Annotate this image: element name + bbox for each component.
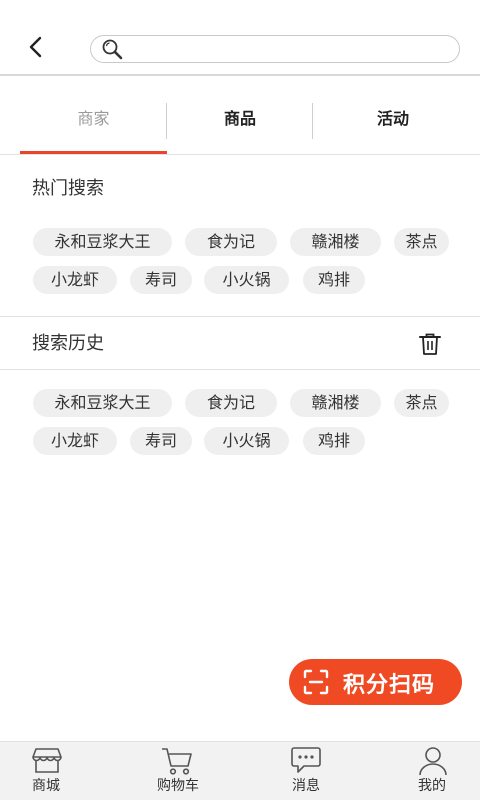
top-bar [0,0,480,76]
search-input[interactable] [129,38,453,62]
search-icon [102,39,123,60]
history-tag[interactable]: 小龙虾 [33,427,117,455]
tab-products[interactable]: 商品 [167,77,313,153]
nav-profile[interactable]: 我的 [404,742,464,801]
nav-label: 消息 [292,778,320,794]
hot-search-tag[interactable]: 鸡排 [303,266,365,294]
scan-button-label: 积分扫码 [343,673,436,698]
message-icon [291,747,321,773]
search-history-header: 搜索历史 [0,316,480,370]
nav-store[interactable]: 商城 [20,742,80,801]
cart-icon [162,748,192,775]
history-tag[interactable]: 茶点 [394,389,449,417]
history-tag[interactable]: 食为记 [185,389,277,417]
chevron-left-icon [29,36,42,58]
category-tabs: 商家 商品 活动 [0,77,480,155]
active-tab-indicator [20,151,167,154]
history-tag[interactable]: 鸡排 [303,427,365,455]
nav-cart[interactable]: 购物车 [150,742,210,801]
hot-search-tag[interactable]: 赣湘楼 [290,228,381,256]
store-icon [32,748,62,773]
profile-icon [419,747,447,776]
nav-label: 商城 [32,778,60,794]
hot-search-title: 热门搜索 [32,178,104,199]
bottom-navigation: 商城 购物车 消息 我的 [0,741,480,800]
hot-search-tag[interactable]: 食为记 [185,228,277,256]
scan-icon [303,669,329,695]
hot-search-tag[interactable]: 茶点 [394,228,449,256]
clear-history-button[interactable] [417,331,443,357]
hot-search-tag[interactable]: 寿司 [130,266,192,294]
history-tag[interactable]: 寿司 [130,427,192,455]
history-tag[interactable]: 小火锅 [204,427,289,455]
back-button[interactable] [22,33,50,61]
nav-label: 购物车 [157,778,199,794]
history-tag[interactable]: 永和豆浆大王 [33,389,172,417]
search-box[interactable] [90,35,460,63]
search-history-title: 搜索历史 [32,333,104,354]
nav-messages[interactable]: 消息 [278,742,338,801]
trash-icon [419,333,441,355]
nav-label: 我的 [418,778,446,794]
tab-merchants[interactable]: 商家 [20,77,167,153]
hot-search-tag[interactable]: 小龙虾 [33,266,117,294]
tab-activities[interactable]: 活动 [313,77,473,153]
hot-search-tag[interactable]: 永和豆浆大王 [33,228,172,256]
points-scan-button[interactable]: 积分扫码 [289,659,462,705]
hot-search-tag[interactable]: 小火锅 [204,266,289,294]
history-tag[interactable]: 赣湘楼 [290,389,381,417]
